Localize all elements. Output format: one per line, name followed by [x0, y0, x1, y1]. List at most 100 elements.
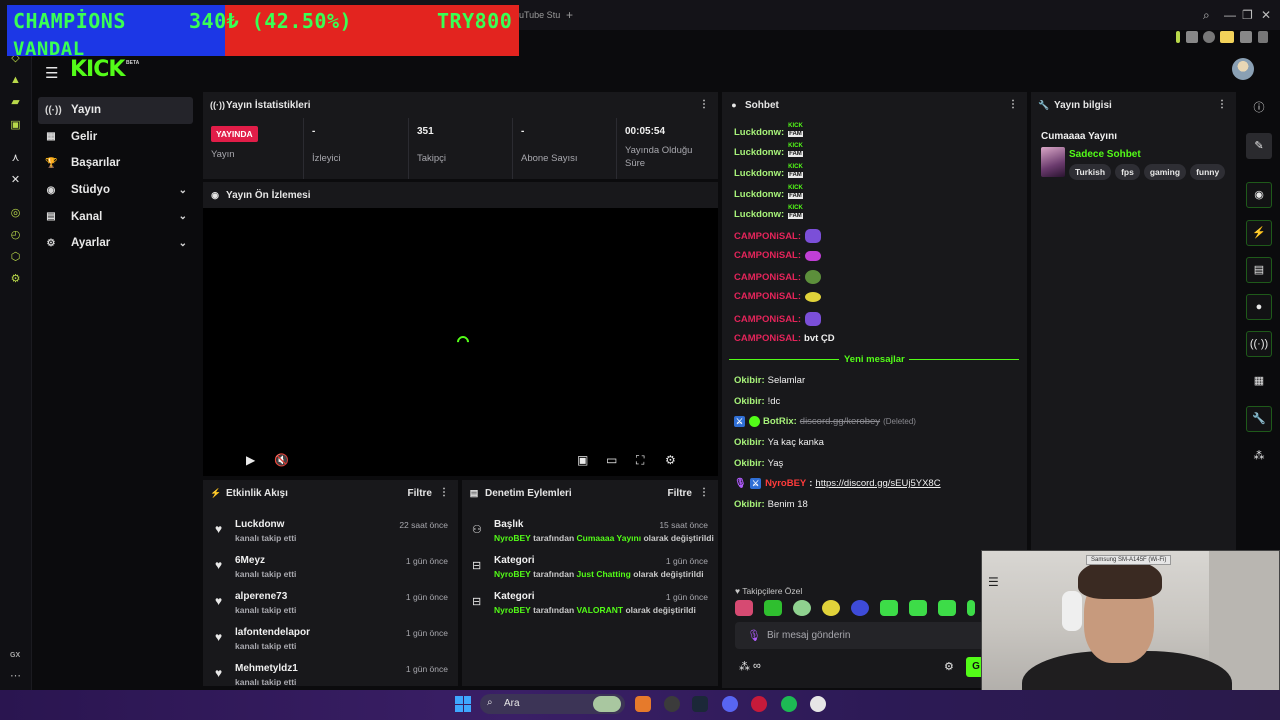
more-options-icon[interactable]: ⋮ — [699, 99, 709, 110]
chat-message[interactable]: Okibir: !dc — [734, 396, 780, 407]
sidebar-clock-icon[interactable]: ◴ — [9, 229, 22, 242]
user-avatar[interactable] — [1232, 58, 1254, 80]
edit-icon[interactable]: ✎ — [1246, 133, 1272, 159]
list-item[interactable]: ♥ alperene73 kanalı takip etti 1 gün önc… — [203, 588, 458, 624]
lightning-icon[interactable]: ⚡ — [1246, 220, 1272, 246]
mute-icon[interactable]: 🔇 — [274, 453, 289, 467]
users-icon[interactable]: ⁂ — [1246, 444, 1272, 470]
sidebar-history-icon[interactable]: ◎ — [9, 207, 22, 220]
chevron-down-icon[interactable]: ⌄ — [179, 238, 187, 249]
minimize-icon[interactable]: — — [1224, 8, 1236, 22]
chat-message[interactable]: Luckdonw: KICK FAM — [734, 143, 806, 161]
browser-menu-icon[interactable] — [1258, 31, 1268, 43]
chat-users-icon[interactable]: ⁂ — [739, 660, 750, 673]
chat-message[interactable]: ⚔ BotRix: discord.gg/kerobey (Deleted) — [734, 416, 916, 427]
chat-bubble-icon[interactable]: ● — [1246, 294, 1272, 320]
chat-message[interactable]: CAMPONiSAL: — [734, 270, 822, 284]
extension-puzzle-icon[interactable] — [1203, 31, 1215, 43]
menu-icon[interactable]: ☰ — [45, 64, 58, 82]
new-tab-button[interactable]: + — [566, 8, 573, 22]
category-thumbnail[interactable] — [1041, 147, 1065, 177]
emote[interactable] — [909, 600, 927, 616]
chat-message[interactable]: CAMPONiSAL: — [734, 312, 822, 326]
stream-preview-player[interactable]: ▶ 🔇 ▣ ▭ ⛶ ⚙ — [203, 208, 718, 476]
emote[interactable] — [938, 600, 956, 616]
taskbar-app-icon[interactable] — [635, 696, 651, 712]
chat-message[interactable]: Luckdonw: KICK FAM — [734, 123, 806, 141]
list-item[interactable]: ⊟ Kategori NyroBEY tarafından Just Chatt… — [462, 552, 718, 588]
sidebar-more-icon[interactable]: ⋯ — [9, 670, 22, 683]
tag[interactable]: Turkish — [1069, 164, 1112, 180]
list-item[interactable]: ⊟ Kategori NyroBEY tarafından VALORANT o… — [462, 588, 718, 624]
chat-message[interactable]: CAMPONiSAL: — [734, 291, 822, 302]
kick-logo[interactable]: KICK — [70, 57, 125, 82]
sidebar-settings-icon[interactable]: ⚙ — [9, 273, 22, 286]
theater-mode-icon[interactable]: ▭ — [606, 453, 617, 467]
nav-item-kanal[interactable]: ▤ Kanal ⌄ — [38, 203, 193, 230]
nav-item-gelir[interactable]: ▦ Gelir — [38, 124, 193, 151]
category-link[interactable]: Sadece Sohbet — [1069, 149, 1141, 160]
sidebar-cube-icon[interactable]: ⬡ — [9, 251, 22, 264]
filter-button[interactable]: Filtre — [668, 488, 692, 499]
more-options-icon[interactable]: ⋮ — [699, 487, 709, 498]
windows-start-icon[interactable] — [455, 696, 471, 712]
emote[interactable] — [822, 600, 840, 616]
list-item[interactable]: ♥ Luckdonw kanalı takip etti 22 saat önc… — [203, 516, 458, 552]
taskbar-operagx-icon[interactable] — [751, 696, 767, 712]
emote[interactable] — [880, 600, 898, 616]
chevron-down-icon[interactable]: ⌄ — [179, 211, 187, 222]
more-options-icon[interactable]: ⋮ — [439, 487, 449, 498]
chat-settings-icon[interactable]: ⚙ — [944, 660, 954, 673]
chat-message[interactable]: 🎙 ⚔ NyroBEY: https://discord.gg/sEUj5YX8C — [734, 478, 941, 489]
info-icon[interactable]: ⓘ — [1246, 96, 1272, 122]
sidebar-game-icon[interactable]: ▲ — [9, 74, 22, 87]
extension-face-icon[interactable] — [1220, 31, 1234, 43]
settings-icon[interactable]: ⚙ — [665, 453, 676, 467]
list-item[interactable]: ⚇ Başlık NyroBEY tarafından Cumaaaa Yayı… — [462, 516, 718, 552]
tag[interactable]: fps — [1115, 164, 1140, 180]
extension-mail-icon[interactable] — [1186, 31, 1198, 43]
maximize-icon[interactable]: ❐ — [1242, 8, 1253, 22]
more-options-icon[interactable]: ⋮ — [1217, 99, 1227, 110]
chat-input[interactable]: 🎙 Bir mesaj gönderin — [735, 622, 985, 649]
sidebar-kick-icon[interactable]: ⋏ — [9, 152, 22, 165]
sidebar-control-icon[interactable]: ▰ — [9, 96, 22, 109]
mini-player-icon[interactable]: ▣ — [577, 453, 588, 467]
sidebar-twitch-icon[interactable]: ▣ — [9, 119, 22, 132]
sidebar-x-icon[interactable]: ✕ — [9, 174, 22, 187]
broadcast-icon[interactable]: ((·)) — [1246, 331, 1272, 357]
layout-icon[interactable]: ▦ — [1246, 369, 1272, 395]
emote[interactable] — [735, 600, 753, 616]
emote[interactable] — [967, 600, 975, 616]
extension-download-icon[interactable] — [1240, 31, 1252, 43]
nav-item-basarilar[interactable]: 🏆 Başarılar — [38, 150, 193, 177]
chat-link[interactable]: https://discord.gg/sEUj5YX8C — [815, 478, 940, 489]
filter-button[interactable]: Filtre — [408, 488, 432, 499]
nav-item-ayarlar[interactable]: ⚙ Ayarlar ⌄ — [38, 230, 193, 257]
chat-message[interactable]: Okibir: Benim 18 — [734, 499, 808, 510]
taskbar-opera-icon[interactable] — [664, 696, 680, 712]
extension-bar-icon[interactable] — [1176, 31, 1180, 43]
chat-message[interactable]: CAMPONiSAL: — [734, 229, 822, 243]
taskbar-widget-icon[interactable] — [593, 696, 621, 712]
taskbar-discord-icon[interactable] — [722, 696, 738, 712]
list-item[interactable]: ♥ lafontendelapor kanalı takip etti 1 gü… — [203, 624, 458, 660]
taskbar-steam-icon[interactable] — [692, 696, 708, 712]
chat-message[interactable]: CAMPONiSAL: bvt ÇD — [734, 333, 835, 344]
chat-message[interactable]: Okibir: Ya kaç kanka — [734, 437, 824, 448]
emote[interactable] — [764, 600, 782, 616]
taskbar-spotify-icon[interactable] — [781, 696, 797, 712]
taskbar-obs-icon[interactable] — [810, 696, 826, 712]
chat-message[interactable]: Okibir: Selamlar — [734, 375, 805, 386]
chat-message[interactable]: Luckdonw: KICK FAM — [734, 185, 806, 203]
webcam-menu-icon[interactable]: ☰ — [988, 575, 999, 589]
preview-toggle-icon[interactable]: ◉ — [1246, 182, 1272, 208]
infinity-icon[interactable]: ∞ — [753, 660, 761, 672]
chat-message[interactable]: Okibir: Yaş — [734, 458, 783, 469]
browser-search-icon[interactable]: ⌕ — [1203, 8, 1210, 23]
tag[interactable]: funny — [1190, 164, 1226, 180]
browser-tab[interactable]: uTube Stu — [519, 10, 560, 20]
more-options-icon[interactable]: ⋮ — [1008, 99, 1018, 110]
chevron-down-icon[interactable]: ⌄ — [179, 185, 187, 196]
chat-message[interactable]: Luckdonw: KICK FAM — [734, 205, 806, 223]
